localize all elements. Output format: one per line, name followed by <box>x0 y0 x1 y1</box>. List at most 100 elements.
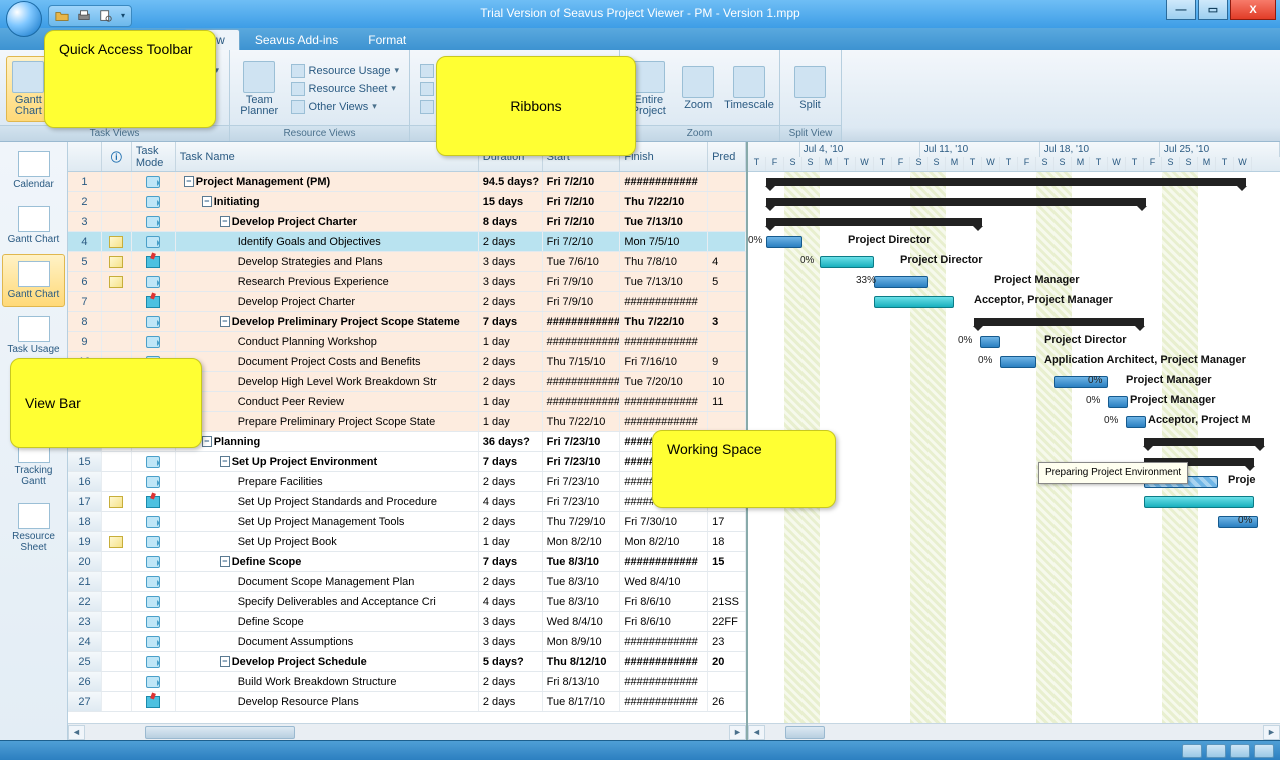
task-row[interactable]: 5Develop Strategies and Plans3 daysTue 7… <box>68 252 746 272</box>
gantt-bar[interactable] <box>874 276 928 288</box>
outline-toggle-icon[interactable]: − <box>202 196 212 207</box>
view-shortcut-1[interactable] <box>1182 744 1202 758</box>
gantt-bar[interactable] <box>766 218 982 226</box>
outline-toggle-icon[interactable]: − <box>220 556 230 567</box>
timescale-day: S <box>1036 157 1054 171</box>
auto-schedule-icon <box>146 576 160 588</box>
gantt-bar[interactable] <box>1000 356 1036 368</box>
task-row[interactable]: 24Document Assumptions3 daysMon 8/9/10##… <box>68 632 746 652</box>
qat-dropdown-icon[interactable]: ▾ <box>121 11 125 20</box>
task-row[interactable]: 18Set Up Project Management Tools2 daysT… <box>68 512 746 532</box>
viewbar-item-calendar[interactable]: Calendar <box>2 144 65 197</box>
timescale-day: F <box>766 157 784 171</box>
task-row[interactable]: 15−Set Up Project Environment7 daysFri 7… <box>68 452 746 472</box>
task-row[interactable]: 8−Develop Preliminary Project Scope Stat… <box>68 312 746 332</box>
other-resource-views-button[interactable]: Other Views <box>287 98 403 116</box>
task-row[interactable]: 20−Define Scope7 daysTue 8/3/10#########… <box>68 552 746 572</box>
task-row[interactable]: 21Document Scope Management Plan2 daysTu… <box>68 572 746 592</box>
outline-toggle-icon[interactable]: − <box>220 316 230 327</box>
tab-seavus-addins[interactable]: Seavus Add-ins <box>240 29 353 50</box>
zoom-button[interactable]: Zoom <box>676 61 722 116</box>
task-row[interactable]: 9Conduct Planning Workshop1 day#########… <box>68 332 746 352</box>
task-row[interactable]: 1−Project Management (PM)94.5 days?Fri 7… <box>68 172 746 192</box>
manual-schedule-icon <box>146 256 160 268</box>
view-shortcut-3[interactable] <box>1230 744 1250 758</box>
viewbar-item-resource-sheet[interactable]: Resource Sheet <box>2 496 65 560</box>
group-label-resource-views: Resource Views <box>230 125 409 141</box>
task-row[interactable]: 27Develop Resource Plans2 daysTue 8/17/1… <box>68 692 746 712</box>
outline-toggle-icon[interactable]: − <box>184 176 194 187</box>
timescale-day: S <box>910 157 928 171</box>
timescale-button[interactable]: Timescale <box>725 61 773 116</box>
gantt-bar[interactable] <box>820 256 874 268</box>
task-row[interactable]: 4Identify Goals and Objectives2 daysFri … <box>68 232 746 252</box>
gantt-bar[interactable] <box>766 236 802 248</box>
task-row[interactable]: 16Prepare Facilities2 daysFri 7/23/10###… <box>68 472 746 492</box>
task-row[interactable]: 22Specify Deliverables and Acceptance Cr… <box>68 592 746 612</box>
grid-hscroll[interactable]: ◄ ► <box>68 723 746 740</box>
percent-complete: 0% <box>958 335 972 346</box>
timescale-day: S <box>928 157 946 171</box>
auto-schedule-icon <box>146 316 160 328</box>
close-button[interactable]: X <box>1230 0 1276 20</box>
note-indicator-icon <box>109 236 123 248</box>
open-folder-icon[interactable] <box>55 9 69 23</box>
scroll-right-icon[interactable]: ► <box>1263 725 1280 740</box>
task-row[interactable]: 17Set Up Project Standards and Procedure… <box>68 492 746 512</box>
tab-format[interactable]: Format <box>353 29 421 50</box>
callout-qat: Quick Access Toolbar <box>44 30 216 128</box>
auto-schedule-icon <box>146 276 160 288</box>
task-row[interactable]: 2−Initiating15 daysFri 7/2/10Thu 7/22/10 <box>68 192 746 212</box>
resource-label: Project Manager <box>994 274 1080 286</box>
task-row[interactable]: 19Set Up Project Book1 dayMon 8/2/10Mon … <box>68 532 746 552</box>
gantt-bar[interactable] <box>980 336 1000 348</box>
timescale-day: W <box>1234 157 1252 171</box>
app-window: ▾ Trial Version of Seavus Project Viewer… <box>0 0 1280 760</box>
outline-toggle-icon[interactable]: − <box>220 456 230 467</box>
gantt-bar[interactable] <box>766 178 1246 186</box>
task-row[interactable]: 23Define Scope3 daysWed 8/4/10Fri 8/6/10… <box>68 612 746 632</box>
scroll-right-icon[interactable]: ► <box>729 725 746 740</box>
maximize-button[interactable]: ▭ <box>1198 0 1228 20</box>
auto-schedule-icon <box>146 476 160 488</box>
app-orb-button[interactable] <box>6 1 42 37</box>
view-shortcut-4[interactable] <box>1254 744 1274 758</box>
viewbar-item-gantt-chart[interactable]: Gantt Chart <box>2 199 65 252</box>
gantt-bar[interactable] <box>1108 396 1128 408</box>
team-planner-button[interactable]: Team Planner <box>236 56 283 122</box>
timescale-day: W <box>1108 157 1126 171</box>
timescale-day: T <box>838 157 856 171</box>
view-shortcut-2[interactable] <box>1206 744 1226 758</box>
outline-toggle-icon[interactable]: − <box>202 436 212 447</box>
viewbar-item-task-usage[interactable]: Task Usage <box>2 309 65 362</box>
split-button[interactable]: Split <box>786 61 834 116</box>
timescale-day: M <box>1198 157 1216 171</box>
scroll-left-icon[interactable]: ◄ <box>68 725 85 740</box>
gantt-bar[interactable] <box>1144 438 1264 446</box>
gantt-hscroll[interactable]: ◄ ► <box>748 723 1280 740</box>
task-row[interactable]: 7Develop Project Charter2 daysFri 7/9/10… <box>68 292 746 312</box>
gantt-bar[interactable] <box>1144 496 1254 508</box>
task-row[interactable]: 6Research Previous Experience3 daysFri 7… <box>68 272 746 292</box>
percent-complete: 0% <box>1086 395 1100 406</box>
print-preview-icon[interactable] <box>99 9 113 23</box>
viewbar-item-gantt-chart[interactable]: Gantt Chart <box>2 254 65 307</box>
outline-toggle-icon[interactable]: − <box>220 216 230 227</box>
minimize-button[interactable]: — <box>1166 0 1196 20</box>
task-row[interactable]: 26Build Work Breakdown Structure2 daysFr… <box>68 672 746 692</box>
resource-sheet-button[interactable]: Resource Sheet <box>287 80 403 98</box>
task-row[interactable]: 25−Develop Project Schedule5 days?Thu 8/… <box>68 652 746 672</box>
col-predecessors: Pred <box>708 142 746 171</box>
task-row[interactable]: 3−Develop Project Charter8 daysFri 7/2/1… <box>68 212 746 232</box>
gantt-bar[interactable] <box>1126 416 1146 428</box>
scroll-left-icon[interactable]: ◄ <box>748 725 765 740</box>
gantt-bar[interactable] <box>766 198 1146 206</box>
resource-label: Proje <box>1228 474 1256 486</box>
resource-usage-button[interactable]: Resource Usage <box>287 62 403 80</box>
print-icon[interactable] <box>77 9 91 23</box>
outline-toggle-icon[interactable]: − <box>220 656 230 667</box>
gantt-bar[interactable] <box>974 318 1144 326</box>
gantt-bar[interactable] <box>874 296 954 308</box>
timescale-week: Jul 4, '10 <box>800 142 920 157</box>
auto-schedule-icon <box>146 676 160 688</box>
